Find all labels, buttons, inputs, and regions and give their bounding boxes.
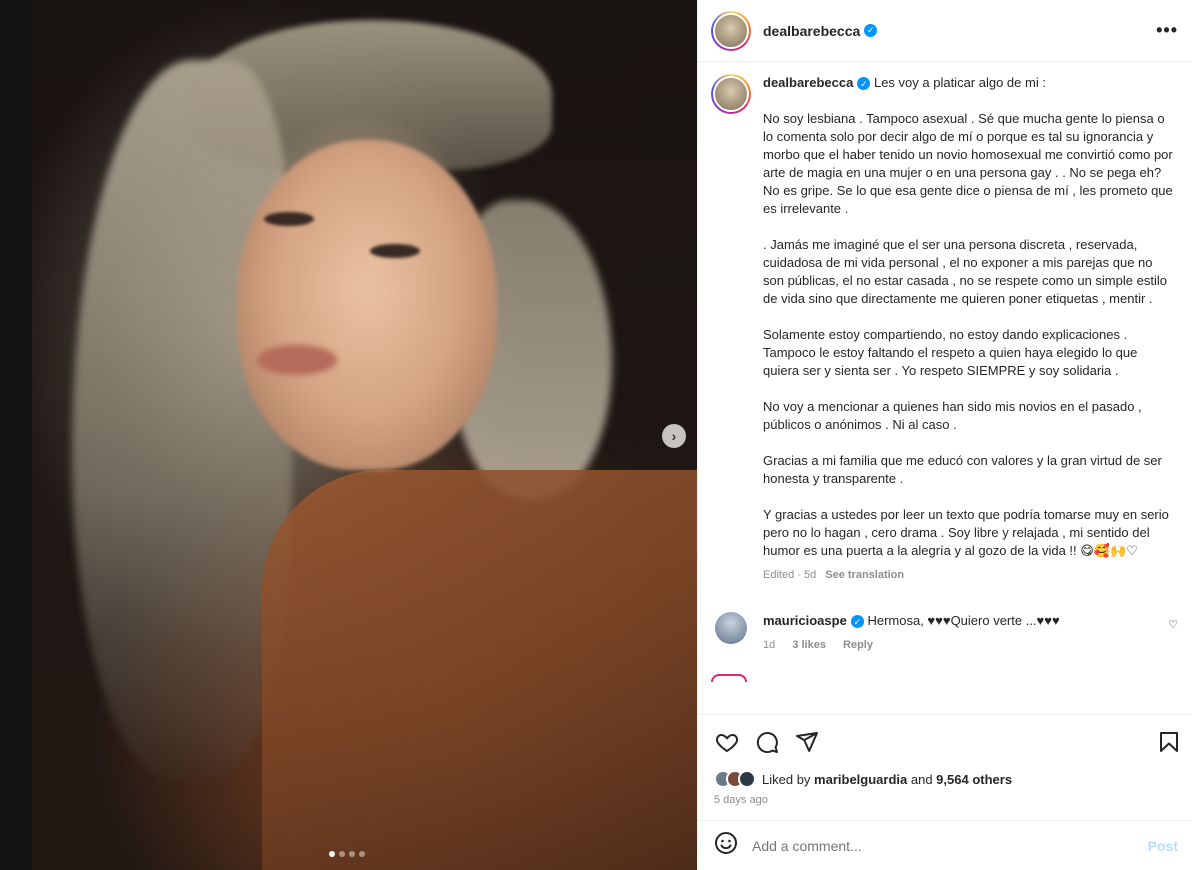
- like-heart-icon[interactable]: [714, 729, 740, 755]
- liker-username-link[interactable]: maribelguardia: [814, 772, 907, 787]
- comment-age: 1d: [763, 639, 776, 651]
- carousel-next-button[interactable]: ›: [662, 424, 686, 448]
- photo-face: [237, 140, 497, 470]
- comment-likes-link[interactable]: 3 likes: [792, 639, 826, 651]
- add-comment-bar: Post: [698, 820, 1192, 870]
- caption-paragraph: . Jamás me imaginé que el ser una person…: [763, 237, 1171, 306]
- post-comment-button[interactable]: Post: [1148, 838, 1178, 854]
- caption-body: dealbarebecca ✓ Les voy a platicar algo d…: [763, 74, 1173, 584]
- chevron-right-icon: ›: [671, 428, 677, 444]
- carousel-dots: [329, 851, 365, 857]
- comment-reply-button[interactable]: Reply: [843, 639, 873, 651]
- likes-text: Liked by maribelguardia and 9,564 others: [762, 772, 1012, 787]
- likes-summary: Liked by maribelguardia and 9,564 others: [698, 768, 1192, 790]
- caption-username[interactable]: dealbarebecca: [763, 75, 853, 90]
- comment-text: Hermosa, ♥♥♥Quiero verte ...♥♥♥: [867, 613, 1060, 628]
- edited-label: Edited · 5d: [763, 569, 817, 581]
- carousel-dot: [339, 851, 345, 857]
- author-avatar[interactable]: [711, 10, 751, 51]
- caption-paragraph: Solamente estoy compartiendo, no estoy d…: [763, 327, 1141, 378]
- post-photo: [32, 0, 697, 870]
- next-comment-avatar-peek: [711, 674, 747, 682]
- carousel-dot: [359, 851, 365, 857]
- instagram-post-modal: › dealbarebecca ✓ ••• dealbarebecca ✓ Les…: [0, 0, 1192, 870]
- comment-body: mauricioaspe ✓ Hermosa, ♥♥♥Quiero verte .…: [763, 612, 1153, 654]
- commenter-username[interactable]: mauricioaspe: [763, 613, 847, 628]
- verified-badge-icon: ✓: [864, 24, 878, 37]
- caption-author-avatar[interactable]: [711, 74, 751, 114]
- likes-count-link[interactable]: 9,564 others: [936, 772, 1012, 787]
- author-username[interactable]: dealbarebecca: [763, 23, 860, 39]
- media-edge: [0, 0, 32, 870]
- photo-eye-right: [370, 244, 420, 258]
- caption-meta: Edited · 5d See translation: [763, 566, 1173, 584]
- likes-middle: and: [907, 771, 937, 787]
- save-bookmark-icon[interactable]: [1156, 729, 1182, 755]
- comments-scroll-area[interactable]: dealbarebecca ✓ Les voy a platicar algo d…: [698, 62, 1192, 714]
- photo-hair: [72, 60, 292, 780]
- liker-avatar: [738, 770, 756, 788]
- caption-intro: Les voy a platicar algo de mi :: [873, 75, 1046, 90]
- comment-meta: 1d 3 likes Reply: [763, 636, 1153, 654]
- carousel-dot: [349, 851, 355, 857]
- caption-paragraph: No soy lesbiana . Tampoco asexual . Sé q…: [763, 111, 1177, 216]
- likes-prefix: Liked by: [762, 771, 815, 787]
- post-header: dealbarebecca ✓ •••: [698, 0, 1192, 62]
- verified-badge-icon: ✓: [850, 615, 864, 629]
- commenter-avatar[interactable]: [715, 612, 747, 644]
- emoji-smiley-icon[interactable]: [714, 831, 738, 860]
- caption-paragraph: Y gracias a ustedes por leer un texto qu…: [763, 507, 1173, 558]
- photo-lips: [257, 345, 337, 375]
- carousel-dot-active: [329, 851, 335, 857]
- verified-badge-icon: ✓: [857, 77, 871, 91]
- comment-bubble-icon[interactable]: [754, 729, 780, 755]
- photo-sweater: [262, 470, 697, 870]
- post-date: 5 days ago: [714, 794, 768, 806]
- comment-like-heart-icon[interactable]: ♡: [1168, 612, 1178, 654]
- caption-paragraph: Gracias a mi familia que me educó con va…: [763, 453, 1166, 486]
- more-options-icon[interactable]: •••: [1156, 20, 1178, 41]
- caption-paragraph: No voy a mencionar a quienes han sido mi…: [763, 399, 1146, 432]
- share-paper-plane-icon[interactable]: [794, 729, 820, 755]
- comment-item: mauricioaspe ✓ Hermosa, ♥♥♥Quiero verte .…: [711, 612, 1178, 654]
- post-side-panel: dealbarebecca ✓ ••• dealbarebecca ✓ Les v…: [697, 0, 1192, 870]
- add-comment-input[interactable]: [752, 837, 1148, 854]
- post-actions-bar: [698, 714, 1192, 768]
- post-media: ›: [0, 0, 697, 870]
- caption: dealbarebecca ✓ Les voy a platicar algo d…: [711, 74, 1178, 584]
- photo-eye-left: [264, 212, 314, 226]
- see-translation-link[interactable]: See translation: [825, 569, 904, 581]
